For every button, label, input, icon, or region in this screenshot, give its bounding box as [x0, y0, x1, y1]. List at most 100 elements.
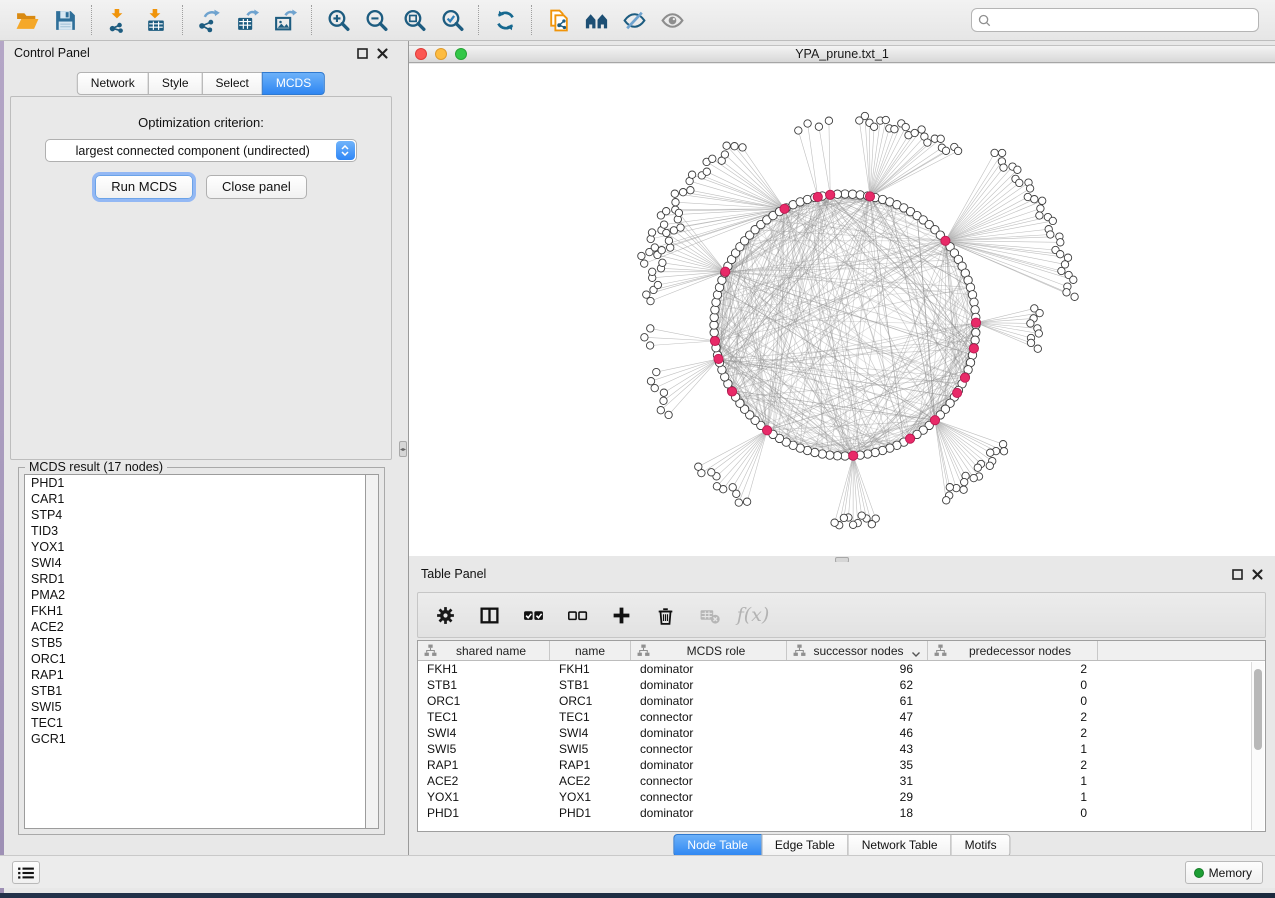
- cell-predecessor-nodes[interactable]: 0: [928, 677, 1098, 693]
- table-row[interactable]: SWI5SWI5connector431: [418, 741, 1265, 757]
- mcds-hub-node[interactable]: [930, 416, 939, 425]
- network-leaf-node[interactable]: [735, 499, 742, 506]
- cell-successor-nodes[interactable]: 29: [787, 789, 928, 805]
- zoom-out-button[interactable]: [357, 3, 395, 37]
- cell-shared-name[interactable]: PHD1: [418, 805, 550, 821]
- network-leaf-node[interactable]: [1047, 231, 1054, 238]
- mcds-hub-node[interactable]: [865, 192, 874, 201]
- network-leaf-node[interactable]: [663, 208, 670, 215]
- network-leaf-node[interactable]: [804, 120, 811, 127]
- network-leaf-node[interactable]: [1039, 197, 1046, 204]
- network-leaf-node[interactable]: [1036, 212, 1043, 219]
- cell-successor-nodes[interactable]: 62: [787, 677, 928, 693]
- network-node[interactable]: [841, 190, 849, 198]
- network-node[interactable]: [970, 298, 978, 306]
- network-leaf-node[interactable]: [1063, 289, 1070, 296]
- float-panel-icon[interactable]: [357, 48, 368, 59]
- delete-columns-button[interactable]: [650, 600, 680, 630]
- toggle-panels-button[interactable]: [474, 600, 504, 630]
- cell-successor-nodes[interactable]: 47: [787, 709, 928, 725]
- cell-name[interactable]: PHD1: [550, 805, 631, 821]
- network-leaf-node[interactable]: [653, 368, 660, 375]
- cell-name[interactable]: SWI4: [550, 725, 631, 741]
- cell-successor-nodes[interactable]: 35: [787, 757, 928, 773]
- cell-mcds-role[interactable]: dominator: [631, 757, 787, 773]
- cell-successor-nodes[interactable]: 61: [787, 693, 928, 709]
- mcds-result-item[interactable]: CAR1: [25, 491, 365, 507]
- mcds-hub-node[interactable]: [826, 190, 835, 199]
- table-row[interactable]: FKH1FKH1dominator962: [418, 661, 1265, 677]
- column-header-name[interactable]: name: [550, 641, 631, 660]
- network-leaf-node[interactable]: [986, 462, 993, 469]
- network-leaf-node[interactable]: [1035, 330, 1042, 337]
- network-node[interactable]: [971, 336, 979, 344]
- search-input[interactable]: [996, 13, 1252, 27]
- network-leaf-node[interactable]: [703, 168, 710, 175]
- tab-node-table[interactable]: Node Table: [673, 834, 762, 857]
- cell-predecessor-nodes[interactable]: 1: [928, 773, 1098, 789]
- cell-name[interactable]: YOX1: [550, 789, 631, 805]
- table-row[interactable]: TEC1TEC1connector472: [418, 709, 1265, 725]
- network-leaf-node[interactable]: [882, 116, 889, 123]
- mcds-hub-node[interactable]: [721, 267, 730, 276]
- network-node[interactable]: [712, 298, 720, 306]
- network-leaf-node[interactable]: [729, 484, 736, 491]
- table-row[interactable]: ORC1ORC1dominator610: [418, 693, 1265, 709]
- network-node[interactable]: [711, 306, 719, 314]
- tab-network[interactable]: Network: [77, 72, 149, 95]
- network-leaf-node[interactable]: [651, 384, 658, 391]
- column-header-shared-name[interactable]: shared name: [418, 641, 550, 660]
- network-node[interactable]: [833, 452, 841, 460]
- network-leaf-node[interactable]: [1026, 185, 1033, 192]
- mcds-hub-node[interactable]: [714, 354, 723, 363]
- network-leaf-node[interactable]: [831, 519, 838, 526]
- column-header-successor-nodes[interactable]: successor nodes: [787, 641, 928, 660]
- table-row[interactable]: SWI4SWI4dominator462: [418, 725, 1265, 741]
- network-leaf-node[interactable]: [675, 209, 682, 216]
- cell-name[interactable]: FKH1: [550, 661, 631, 677]
- network-leaf-node[interactable]: [743, 498, 750, 505]
- network-leaf-node[interactable]: [677, 224, 684, 231]
- mcds-hub-node[interactable]: [906, 434, 915, 443]
- cell-successor-nodes[interactable]: 46: [787, 725, 928, 741]
- network-leaf-node[interactable]: [660, 389, 667, 396]
- network-leaf-node[interactable]: [688, 171, 695, 178]
- mcds-hub-node[interactable]: [728, 387, 737, 396]
- export-image-button[interactable]: [266, 3, 304, 37]
- network-leaf-node[interactable]: [660, 397, 667, 404]
- mcds-result-item[interactable]: SWI5: [25, 699, 365, 715]
- cell-shared-name[interactable]: RAP1: [418, 757, 550, 773]
- cell-mcds-role[interactable]: dominator: [631, 693, 787, 709]
- network-node[interactable]: [848, 190, 856, 198]
- table-scrollbar[interactable]: [1251, 662, 1264, 830]
- network-leaf-node[interactable]: [713, 483, 720, 490]
- mcds-result-item[interactable]: STB1: [25, 683, 365, 699]
- mcds-hub-node[interactable]: [953, 388, 962, 397]
- network-leaf-node[interactable]: [1000, 448, 1007, 455]
- cell-mcds-role[interactable]: connector: [631, 789, 787, 805]
- tab-select[interactable]: Select: [202, 72, 263, 95]
- save-session-button[interactable]: [46, 3, 84, 37]
- network-leaf-node[interactable]: [1016, 179, 1023, 186]
- table-row[interactable]: ACE2ACE2connector311: [418, 773, 1265, 789]
- import-table-button[interactable]: [137, 3, 175, 37]
- float-table-panel-icon[interactable]: [1232, 569, 1243, 580]
- cell-shared-name[interactable]: STB1: [418, 677, 550, 693]
- mcds-result-item[interactable]: STP4: [25, 507, 365, 523]
- network-leaf-node[interactable]: [858, 512, 865, 519]
- network-node[interactable]: [856, 191, 864, 199]
- mcds-result-item[interactable]: ACE2: [25, 619, 365, 635]
- network-leaf-node[interactable]: [1036, 309, 1043, 316]
- network-node[interactable]: [864, 450, 872, 458]
- mcds-result-item[interactable]: GCR1: [25, 731, 365, 747]
- network-node[interactable]: [818, 450, 826, 458]
- table-settings-button[interactable]: [430, 600, 460, 630]
- cell-name[interactable]: RAP1: [550, 757, 631, 773]
- vertical-splitter[interactable]: ◂▸: [398, 41, 409, 855]
- mcds-hub-node[interactable]: [710, 336, 719, 345]
- cell-name[interactable]: TEC1: [550, 709, 631, 725]
- cell-predecessor-nodes[interactable]: 0: [928, 693, 1098, 709]
- cell-predecessor-nodes[interactable]: 2: [928, 709, 1098, 725]
- cell-name[interactable]: STB1: [550, 677, 631, 693]
- tab-mcds[interactable]: MCDS: [262, 72, 325, 95]
